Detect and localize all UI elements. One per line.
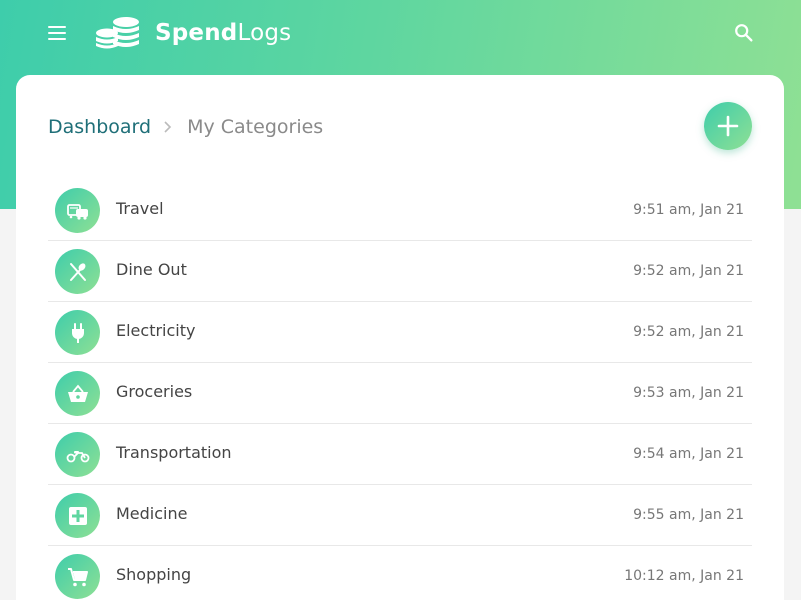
- brand-name-bold: Spend: [155, 20, 238, 46]
- category-timestamp: 9:54 am, Jan 21: [633, 446, 744, 462]
- category-timestamp: 10:12 am, Jan 21: [624, 568, 744, 584]
- menu-icon[interactable]: [46, 24, 68, 42]
- cart-icon: [55, 554, 100, 599]
- brand-name[interactable]: SpendLogs: [155, 18, 291, 48]
- travel-icon: [55, 188, 100, 233]
- breadcrumb-dashboard-link[interactable]: Dashboard: [48, 113, 151, 141]
- category-name: Shopping: [116, 565, 192, 584]
- fork-spoon-icon: [55, 249, 100, 294]
- category-row-electricity[interactable]: Electricity 9:52 am, Jan 21: [48, 302, 752, 363]
- category-name: Transportation: [116, 443, 232, 462]
- category-row-shopping[interactable]: Shopping 10:12 am, Jan 21: [48, 546, 752, 600]
- plus-icon: [717, 115, 739, 137]
- category-name: Medicine: [116, 504, 188, 523]
- category-name: Dine Out: [116, 260, 187, 279]
- category-timestamp: 9:52 am, Jan 21: [633, 263, 744, 279]
- add-category-button[interactable]: [704, 102, 752, 150]
- breadcrumb-current: My Categories: [187, 116, 324, 138]
- category-timestamp: 9:52 am, Jan 21: [633, 324, 744, 340]
- search-icon[interactable]: [733, 22, 755, 44]
- category-row-transportation[interactable]: Transportation 9:54 am, Jan 21: [48, 424, 752, 485]
- category-name: Groceries: [116, 382, 193, 401]
- category-row-travel[interactable]: Travel 9:51 am, Jan 21: [48, 180, 752, 241]
- chevron-right-icon: [164, 121, 172, 133]
- category-row-dine-out[interactable]: Dine Out 9:52 am, Jan 21: [48, 241, 752, 302]
- category-row-medicine[interactable]: Medicine 9:55 am, Jan 21: [48, 485, 752, 546]
- category-timestamp: 9:53 am, Jan 21: [633, 385, 744, 401]
- plug-icon: [55, 310, 100, 355]
- category-row-groceries[interactable]: Groceries 9:53 am, Jan 21: [48, 363, 752, 424]
- categories-card: Dashboard My Categories Travel 9:51 am, …: [16, 75, 784, 600]
- motorbike-icon: [55, 432, 100, 477]
- top-bar: SpendLogs: [0, 0, 801, 66]
- category-name: Travel: [116, 199, 164, 218]
- category-timestamp: 9:55 am, Jan 21: [633, 507, 744, 523]
- category-timestamp: 9:51 am, Jan 21: [633, 202, 744, 218]
- medical-icon: [55, 493, 100, 538]
- brand-name-light: Logs: [237, 20, 292, 46]
- coin-stack-logo-icon: [96, 17, 139, 49]
- breadcrumb: Dashboard My Categories: [48, 113, 323, 141]
- category-list: Travel 9:51 am, Jan 21 Dine Out 9:52 am,…: [48, 180, 752, 600]
- basket-icon: [55, 371, 100, 416]
- category-name: Electricity: [116, 321, 196, 340]
